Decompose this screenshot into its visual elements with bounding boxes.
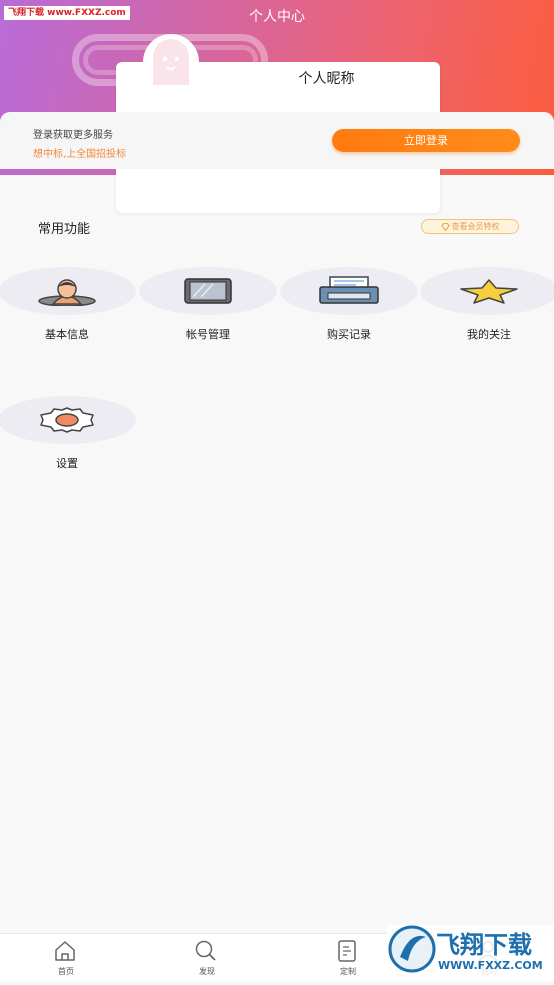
- tab-label: 首页: [58, 967, 74, 976]
- svg-text:飞翔下载: 飞翔下载: [436, 931, 532, 959]
- function-label: 设置: [56, 457, 78, 470]
- diamond-icon: [440, 222, 450, 231]
- function-settings[interactable]: 设置: [0, 396, 136, 476]
- function-circle: [0, 267, 136, 315]
- function-label: 购买记录: [327, 328, 371, 341]
- login-bar: 登录获取更多服务 想中标,上全国招投标 立即登录: [0, 112, 554, 169]
- vip-privilege-button[interactable]: 查看会员特权: [421, 219, 519, 234]
- login-button[interactable]: 立即登录: [332, 129, 520, 152]
- ghost-avatar-icon: [153, 39, 189, 85]
- section-title: 常用功能: [38, 222, 91, 237]
- function-label: 基本信息: [45, 328, 89, 341]
- svg-text:WWW.FXXZ.COM: WWW.FXXZ.COM: [438, 959, 543, 972]
- function-circle: [280, 267, 418, 315]
- function-label: 帐号管理: [186, 328, 230, 341]
- document-icon: [338, 940, 356, 962]
- function-account-management[interactable]: 帐号管理: [139, 267, 277, 347]
- function-circle: [0, 396, 136, 444]
- function-my-follows[interactable]: 我的关注: [420, 267, 554, 347]
- star-icon: [460, 279, 518, 304]
- search-icon: [195, 940, 216, 961]
- login-hint-secondary: 想中标,上全国招投标: [33, 149, 127, 160]
- tab-discover[interactable]: 发现: [138, 934, 276, 982]
- watermark-logo: 飞翔下载 WWW.FXXZ.COM: [386, 921, 554, 981]
- tab-home[interactable]: 首页: [0, 934, 135, 982]
- user-avatar-icon: [38, 279, 96, 306]
- tablet-icon: [184, 278, 232, 304]
- printer-icon: [319, 276, 379, 304]
- gear-icon: [40, 407, 94, 433]
- watermark-logo-icon: 飞翔下载 WWW.FXXZ.COM: [386, 925, 554, 977]
- login-hint-primary: 登录获取更多服务: [33, 130, 113, 141]
- function-purchase-records[interactable]: 购买记录: [280, 267, 418, 347]
- nickname[interactable]: 个人昵称: [270, 68, 383, 88]
- function-basic-info[interactable]: 基本信息: [0, 267, 136, 347]
- vip-label: 查看会员特权: [451, 222, 500, 231]
- function-circle: [420, 267, 554, 315]
- home-icon: [55, 941, 75, 961]
- function-circle: [139, 267, 277, 315]
- function-label: 我的关注: [467, 328, 511, 341]
- tab-label: 发现: [199, 967, 215, 976]
- page-title: 个人中心: [249, 9, 305, 25]
- avatar[interactable]: [143, 34, 199, 90]
